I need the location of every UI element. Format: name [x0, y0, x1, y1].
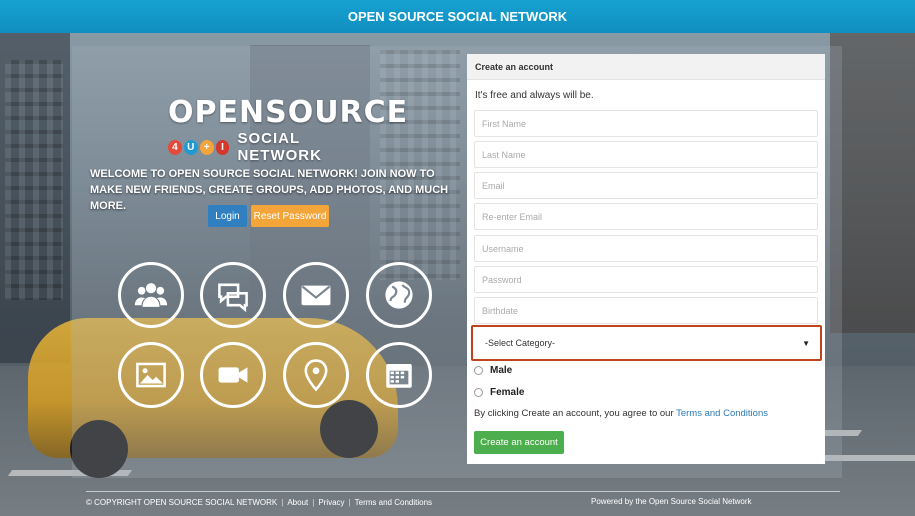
- logo-subtitle: SOCIAL NETWORK: [237, 130, 322, 164]
- radio-button[interactable]: [474, 366, 483, 375]
- gender-male-option[interactable]: Male: [474, 365, 512, 376]
- footer-link-privacy[interactable]: Privacy: [318, 498, 344, 507]
- gender-female-label: Female: [490, 387, 525, 398]
- logo-badge: +: [199, 139, 214, 155]
- location-pin-icon: [283, 342, 349, 408]
- dropdown-caret-icon: ▼: [802, 338, 810, 348]
- copyright-text: © COPYRIGHT OPEN SOURCE SOCIAL NETWORK: [86, 498, 278, 507]
- gender-female-option[interactable]: Female: [474, 387, 524, 398]
- site-logo: OPENSOURCE 4 U + I SOCIAL NETWORK: [168, 95, 409, 164]
- first-name-input[interactable]: [474, 110, 818, 137]
- users-icon: [118, 262, 184, 328]
- site-header: OPEN SOURCE SOCIAL NETWORK: [0, 0, 915, 33]
- radio-button[interactable]: [474, 388, 483, 397]
- footer-separator: |: [348, 498, 351, 507]
- terms-link[interactable]: Terms and Conditions: [676, 408, 768, 419]
- logo-badge: I: [215, 139, 230, 155]
- reset-password-button[interactable]: Reset Password: [251, 205, 329, 227]
- building-windows: [5, 60, 63, 300]
- create-account-panel: Create an account It's free and always w…: [467, 54, 825, 464]
- powered-by-text: Powered by the Open Source Social Networ…: [591, 497, 752, 506]
- category-select-value: -Select Category-: [485, 338, 556, 348]
- birthdate-input[interactable]: [474, 297, 818, 324]
- calendar-icon: [366, 342, 432, 408]
- chat-icon: [200, 262, 266, 328]
- footer-divider: [86, 491, 840, 492]
- panel-heading: Create an account: [467, 54, 825, 80]
- logo-wordmark: OPENSOURCE: [168, 95, 409, 130]
- footer-link-terms[interactable]: Terms and Conditions: [355, 498, 432, 507]
- reenter-email-input[interactable]: [474, 203, 818, 230]
- footer-link-about[interactable]: About: [287, 498, 308, 507]
- mail-icon: [283, 262, 349, 328]
- tagline: It's free and always will be.: [475, 90, 594, 101]
- password-input[interactable]: [474, 266, 818, 293]
- building-right: [830, 33, 915, 333]
- logo-badge: 4: [168, 139, 182, 155]
- footer-links: © COPYRIGHT OPEN SOURCE SOCIAL NETWORK |…: [86, 498, 432, 507]
- footer-separator: |: [281, 498, 284, 507]
- last-name-input[interactable]: [474, 141, 818, 168]
- username-input[interactable]: [474, 235, 818, 262]
- terms-prefix: By clicking Create an account, you agree…: [474, 408, 677, 419]
- site-title: OPEN SOURCE SOCIAL NETWORK: [347, 9, 568, 24]
- email-input[interactable]: [474, 172, 818, 199]
- category-select[interactable]: -Select Category- ▼: [471, 325, 822, 361]
- login-button[interactable]: Login: [208, 205, 247, 227]
- footer-separator: |: [312, 498, 315, 507]
- create-account-button[interactable]: Create an account: [474, 431, 564, 454]
- terms-notice: By clicking Create an account, you agree…: [474, 408, 768, 419]
- logo-badge: U: [183, 139, 198, 155]
- image-icon: [118, 342, 184, 408]
- globe-icon: [366, 262, 432, 328]
- gender-male-label: Male: [490, 365, 513, 376]
- video-icon: [200, 342, 266, 408]
